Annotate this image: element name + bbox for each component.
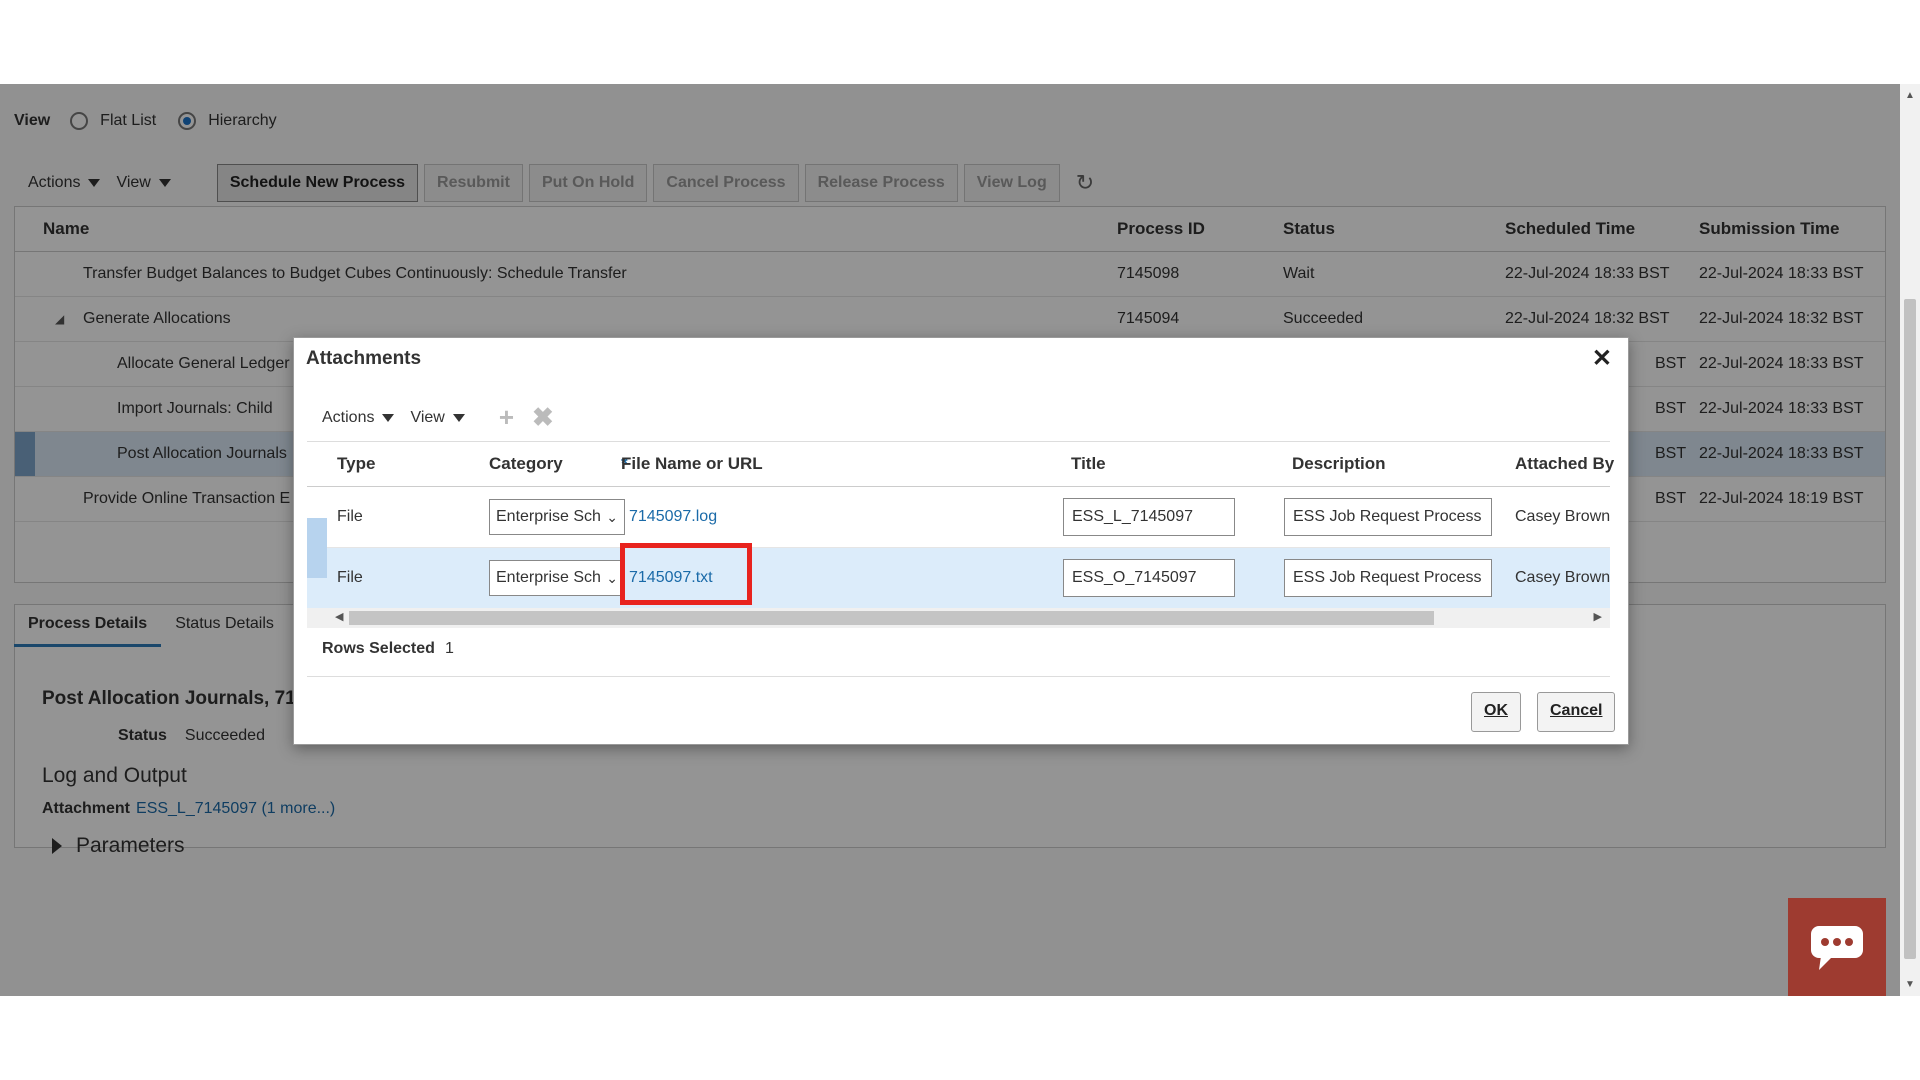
table-horizontal-scrollbar[interactable]: ◀ ▶	[307, 608, 1610, 628]
attached-by: Casey Brown	[1515, 508, 1611, 525]
chat-bubble-icon	[1811, 926, 1863, 970]
highlight-box	[620, 543, 752, 605]
page-scrollbar[interactable]: ▲ ▼	[1900, 84, 1920, 996]
ok-button[interactable]: OK	[1471, 692, 1521, 732]
cancel-button[interactable]: Cancel	[1537, 692, 1616, 732]
row-selection-marker	[307, 518, 327, 578]
attached-by: Casey Brown	[1515, 569, 1611, 586]
scroll-down-icon[interactable]: ▼	[1905, 979, 1915, 990]
scroll-up-icon[interactable]: ▲	[1905, 90, 1915, 101]
rows-selected-count: 1	[444, 640, 454, 657]
category-value: Enterprise Sch	[496, 508, 601, 525]
category-select[interactable]: Enterprise Sch ⌄	[489, 560, 625, 596]
col-description[interactable]: Description	[1292, 454, 1386, 474]
col-type[interactable]: Type	[337, 454, 375, 474]
dialog-title: Attachments	[306, 348, 422, 369]
title-input[interactable]: ESS_L_7145097	[1063, 498, 1235, 536]
title-input[interactable]: ESS_O_7145097	[1063, 559, 1235, 597]
caret-down-icon	[382, 413, 395, 422]
table-row[interactable]: File Enterprise Sch ⌄ 7145097.log ESS_L_7…	[307, 487, 1610, 548]
attachments-dialog: Attachments ✕ Actions View + ✖ Type Cate…	[293, 337, 1629, 745]
description-input[interactable]: ESS Job Request Process	[1284, 559, 1492, 597]
col-file-name-label: File Name or URL	[621, 454, 763, 473]
add-icon[interactable]: +	[499, 402, 514, 433]
rows-selected: Rows Selected 1	[322, 640, 454, 658]
scrollbar-thumb[interactable]	[1904, 299, 1916, 959]
table-row-selected[interactable]: File Enterprise Sch ⌄ 7145097.txt ESS_O_7…	[307, 518, 1611, 609]
attachment-type: File	[337, 508, 363, 525]
col-category[interactable]: Category	[489, 454, 563, 474]
dialog-view-menu[interactable]: View	[410, 408, 465, 427]
category-value: Enterprise Sch	[496, 569, 601, 586]
chevron-down-icon: ⌄	[604, 561, 618, 595]
attachments-table: Type Category * File Name or URL Title De…	[307, 441, 1614, 609]
col-attached-by[interactable]: Attached By	[1515, 454, 1614, 474]
attachments-toolbar: Actions View + ✖	[322, 402, 554, 433]
dialog-view-label: View	[410, 408, 445, 426]
dialog-divider	[307, 676, 1610, 677]
scroll-right-icon[interactable]: ▶	[1594, 610, 1602, 623]
category-select[interactable]: Enterprise Sch ⌄	[489, 499, 625, 535]
chevron-down-icon: ⌄	[604, 500, 618, 534]
file-link[interactable]: 7145097.log	[629, 508, 717, 526]
close-icon[interactable]: ✕	[1592, 344, 1612, 373]
attachments-table-header: Type Category * File Name or URL Title De…	[307, 441, 1614, 487]
description-input[interactable]: ESS Job Request Process	[1284, 498, 1492, 536]
attachment-type: File	[337, 569, 363, 586]
dialog-actions-label: Actions	[322, 408, 375, 426]
chat-button[interactable]	[1788, 898, 1886, 996]
caret-down-icon	[452, 413, 465, 422]
delete-icon[interactable]: ✖	[532, 402, 554, 433]
rows-selected-label: Rows Selected	[322, 640, 435, 657]
scrollbar-thumb[interactable]	[349, 611, 1434, 625]
col-title[interactable]: Title	[1071, 454, 1106, 474]
scroll-left-icon[interactable]: ◀	[335, 610, 343, 623]
dialog-actions-menu[interactable]: Actions	[322, 408, 395, 427]
